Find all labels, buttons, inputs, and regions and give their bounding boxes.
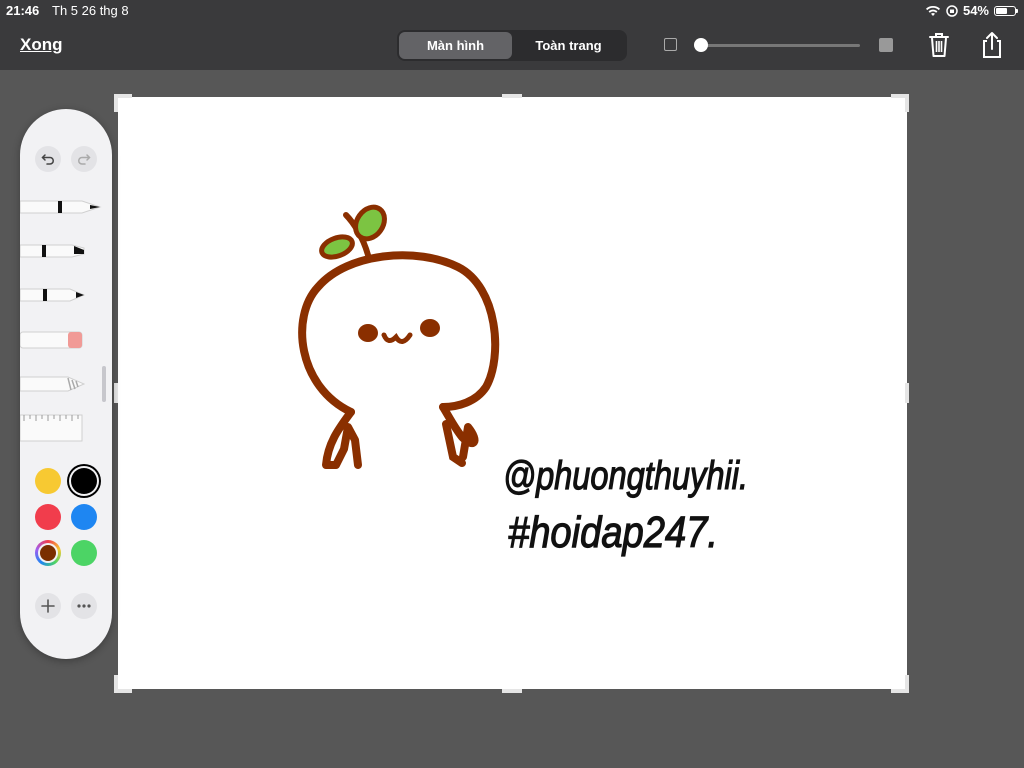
color-black-selected[interactable]	[71, 468, 97, 494]
crop-handle-top-left-v[interactable]	[114, 94, 118, 112]
crop-handle-bottom[interactable]	[502, 689, 522, 693]
status-right: 54%	[925, 3, 1018, 18]
lasso-tool[interactable]	[20, 373, 102, 395]
pencil-tool[interactable]	[20, 285, 102, 305]
color-green[interactable]	[71, 540, 97, 566]
plus-icon	[41, 599, 55, 613]
battery-icon	[994, 5, 1018, 16]
crop-handle-right[interactable]	[905, 383, 909, 403]
color-yellow[interactable]	[35, 468, 61, 494]
redo-button[interactable]	[71, 146, 97, 172]
orientation-lock-icon	[946, 4, 958, 17]
crop-handle-top[interactable]	[502, 94, 522, 98]
ellipsis-icon	[77, 604, 91, 608]
marker-tool[interactable]	[20, 241, 102, 261]
screenshot-canvas[interactable]: @phuongthuyhii. #hoidap247.	[118, 97, 907, 689]
color-picker-custom[interactable]	[35, 540, 61, 566]
crop-handle-top-right-v[interactable]	[905, 94, 909, 112]
color-red[interactable]	[35, 504, 61, 530]
status-date: Th 5 26 thg 8	[52, 3, 129, 18]
more-button[interactable]	[71, 593, 97, 619]
add-button[interactable]	[35, 593, 61, 619]
pen-tool[interactable]	[20, 197, 102, 217]
status-time: 21:46	[6, 3, 40, 18]
opacity-min-icon	[664, 38, 677, 51]
trash-icon[interactable]	[925, 30, 953, 60]
crop-handle-left[interactable]	[114, 383, 118, 403]
opacity-slider-knob[interactable]	[694, 38, 708, 52]
color-blue[interactable]	[71, 504, 97, 530]
markup-tool-palette	[20, 109, 112, 659]
share-icon[interactable]	[978, 30, 1006, 60]
wifi-icon	[925, 5, 940, 16]
custom-color-preview	[40, 545, 56, 561]
capture-mode-segmented-control: Màn hình Toàn trang	[397, 30, 627, 61]
ruler-tool[interactable]	[20, 413, 84, 443]
undo-icon	[41, 154, 54, 165]
done-button[interactable]: Xong	[20, 35, 63, 55]
opacity-max-icon	[879, 38, 893, 52]
tab-screen[interactable]: Màn hình	[399, 32, 512, 59]
top-toolbar: 21:46 Th 5 26 thg 8 54% Xong Màn hình To…	[0, 0, 1024, 70]
undo-button[interactable]	[35, 146, 61, 172]
opacity-slider-track[interactable]	[700, 44, 860, 47]
sprout-drawing	[319, 204, 387, 260]
battery-percent: 54%	[962, 3, 989, 18]
tab-full-page[interactable]: Toàn trang	[512, 32, 625, 59]
redo-icon	[78, 154, 91, 165]
handwritten-line-2: #hoidap247.	[508, 508, 718, 557]
eraser-tool[interactable]	[20, 329, 102, 351]
character-drawing	[298, 251, 500, 469]
handwritten-line-1: @phuongthuyhii.	[503, 454, 748, 498]
crop-handle-bottom-left-v[interactable]	[114, 675, 118, 693]
crop-handle-bottom-right-v[interactable]	[905, 675, 909, 693]
drawing-layer: @phuongthuyhii. #hoidap247.	[298, 204, 749, 558]
palette-scrollbar[interactable]	[102, 366, 106, 402]
